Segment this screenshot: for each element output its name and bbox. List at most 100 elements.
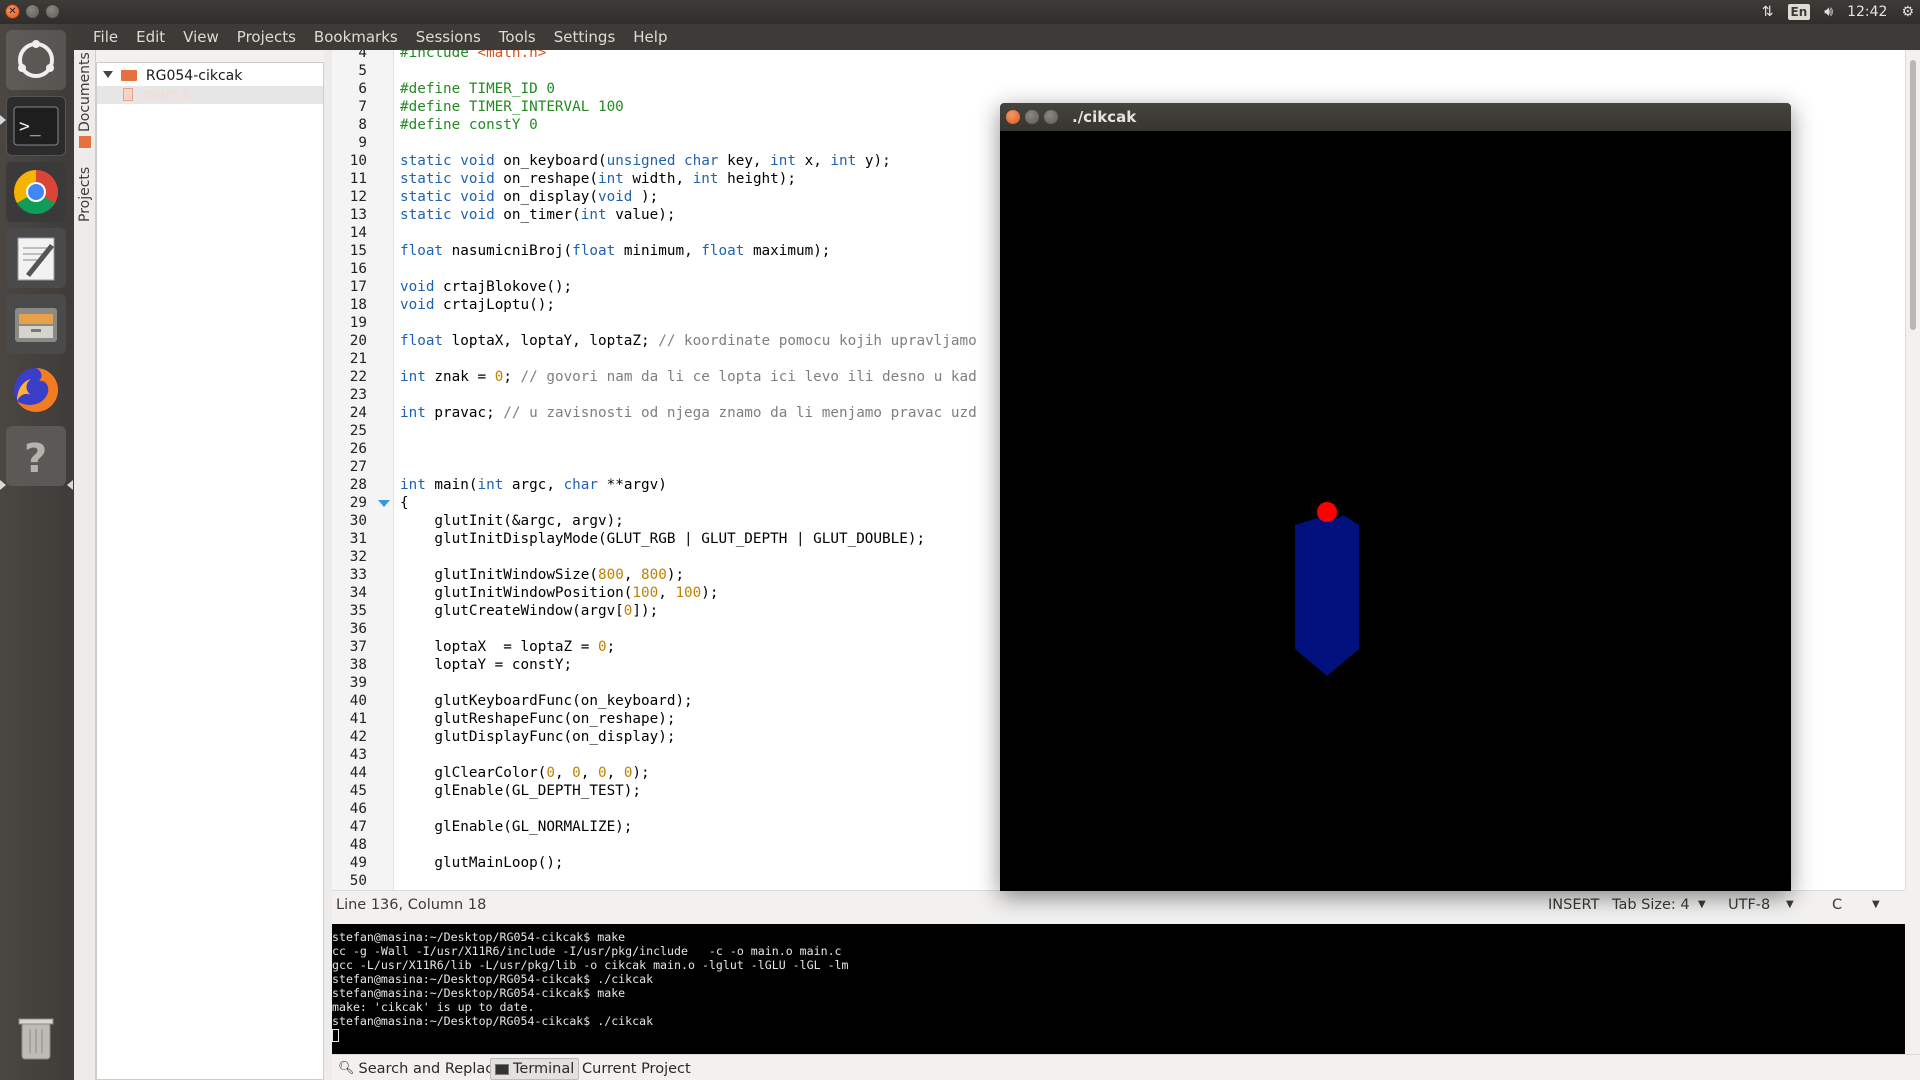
- keyboard-layout-indicator[interactable]: En: [1787, 4, 1811, 20]
- minimize-window-button[interactable]: [25, 4, 40, 19]
- gl-canvas[interactable]: [1000, 131, 1791, 891]
- close-window-button[interactable]: ✕: [5, 4, 20, 19]
- code-line[interactable]: glutInitWindowPosition(100, 100);: [400, 584, 718, 602]
- code-line[interactable]: {: [400, 494, 409, 512]
- code-line[interactable]: static void on_keyboard(unsigned char ke…: [400, 152, 891, 170]
- clock[interactable]: 12:42: [1847, 4, 1887, 20]
- chrome-icon[interactable]: [6, 162, 66, 222]
- close-window-button[interactable]: [1006, 110, 1020, 124]
- opengl-window[interactable]: ./cikcak: [1000, 103, 1791, 891]
- line-number: 16: [349, 261, 367, 277]
- code-line[interactable]: static void on_reshape(int width, int he…: [400, 170, 796, 188]
- tree-item-project[interactable]: RG054-cikcak: [101, 67, 242, 85]
- code-line[interactable]: glutDisplayFunc(on_display);: [400, 728, 675, 746]
- tab-documents[interactable]: Documents: [74, 52, 96, 132]
- code-line[interactable]: glutKeyboardFunc(on_keyboard);: [400, 692, 692, 710]
- code-line[interactable]: glEnable(GL_DEPTH_TEST);: [400, 782, 641, 800]
- menu-help[interactable]: Help: [624, 24, 676, 50]
- code-line[interactable]: glClearColor(0, 0, 0, 0);: [400, 764, 649, 782]
- language-selector[interactable]: C: [1832, 891, 1842, 919]
- tab-terminal[interactable]: Terminal: [490, 1058, 580, 1080]
- text-editor-icon[interactable]: [6, 228, 66, 288]
- code-token: static void: [400, 171, 504, 187]
- terminal-pane[interactable]: stefan@masina:~/Desktop/RG054-cikcak$ ma…: [332, 924, 1905, 1054]
- network-arrows-icon[interactable]: ⇅: [1762, 4, 1774, 20]
- line-number: 42: [349, 729, 367, 745]
- terminal-icon[interactable]: >_: [6, 96, 66, 156]
- volume-icon[interactable]: 🔊︎: [1824, 4, 1833, 20]
- code-token: // u zavisnosti od njega znamo da li men…: [503, 405, 977, 421]
- terminal-scrollbar[interactable]: [1905, 924, 1920, 1054]
- chevron-down-icon[interactable]: ▼: [1872, 891, 1880, 919]
- canvas-background: [1000, 131, 1791, 891]
- file-manager-icon[interactable]: [6, 294, 66, 354]
- code-line[interactable]: loptaX = loptaZ = 0;: [400, 638, 615, 656]
- menu-sessions[interactable]: Sessions: [407, 24, 490, 50]
- code-line[interactable]: loptaY = constY;: [400, 656, 572, 674]
- code-token: width,: [623, 171, 693, 187]
- ball-shape: [1317, 502, 1337, 522]
- code-line[interactable]: #define constY 0: [400, 116, 538, 134]
- fold-toggle-icon[interactable]: [378, 500, 390, 507]
- code-line[interactable]: float loptaX, loptaY, loptaZ; // koordin…: [400, 332, 977, 350]
- code-token: int: [400, 369, 426, 385]
- opengl-window-titlebar[interactable]: ./cikcak: [1000, 103, 1791, 131]
- code-line[interactable]: int main(int argc, char **argv): [400, 476, 667, 494]
- maximize-window-button[interactable]: [45, 4, 60, 19]
- menu-edit[interactable]: Edit: [127, 24, 174, 50]
- encoding-selector[interactable]: UTF-8: [1728, 891, 1770, 919]
- tab-size-selector[interactable]: Tab Size: 4: [1612, 891, 1690, 919]
- firefox-icon[interactable]: [6, 360, 66, 420]
- code-line[interactable]: int pravac; // u zavisnosti od njega zna…: [400, 404, 977, 422]
- code-line[interactable]: static void on_timer(int value);: [400, 206, 675, 224]
- code-line[interactable]: void crtajBlokove();: [400, 278, 572, 296]
- tree-item-file[interactable]: main.c: [97, 86, 323, 104]
- code-line[interactable]: glutCreateWindow(argv[0]);: [400, 602, 658, 620]
- code-line[interactable]: #include <math.h>: [400, 50, 546, 62]
- code-line[interactable]: glutMainLoop();: [400, 854, 564, 872]
- menu-bar: File Edit View Projects Bookmarks Sessio…: [74, 24, 1920, 50]
- tab-search-and-replace[interactable]: 🔍︎ Search and Replace: [334, 1058, 506, 1080]
- expander-icon[interactable]: [103, 71, 113, 78]
- chevron-down-icon[interactable]: ▼: [1698, 891, 1706, 919]
- chevron-down-icon[interactable]: ▼: [1786, 891, 1794, 919]
- menu-settings[interactable]: Settings: [545, 24, 625, 50]
- menu-bookmarks[interactable]: Bookmarks: [305, 24, 407, 50]
- code-line[interactable]: glEnable(GL_NORMALIZE);: [400, 818, 632, 836]
- maximize-window-button[interactable]: [1044, 110, 1058, 124]
- menu-projects[interactable]: Projects: [228, 24, 305, 50]
- tab-current-project[interactable]: Current Project: [578, 1058, 695, 1080]
- block-shape: [1295, 515, 1359, 676]
- help-icon[interactable]: ?: [6, 426, 66, 486]
- code-line[interactable]: #define TIMER_INTERVAL 100: [400, 98, 624, 116]
- scrollbar-thumb[interactable]: [1910, 60, 1916, 330]
- bottom-tool-tabs: 🔍︎ Search and Replace Terminal Current P…: [332, 1054, 1920, 1080]
- line-number: 33: [349, 567, 367, 583]
- code-line[interactable]: void crtajLoptu();: [400, 296, 555, 314]
- terminal-icon: [495, 1063, 509, 1075]
- trash-icon[interactable]: [6, 1008, 66, 1068]
- pane-splitter[interactable]: [324, 50, 332, 1080]
- code-line[interactable]: glutReshapeFunc(on_reshape);: [400, 710, 675, 728]
- code-line[interactable]: glutInit(&argc, argv);: [400, 512, 623, 530]
- code-line[interactable]: glutInitWindowSize(800, 800);: [400, 566, 684, 584]
- minimize-window-button[interactable]: [1025, 110, 1039, 124]
- editor-scrollbar[interactable]: [1905, 50, 1920, 890]
- code-line[interactable]: static void on_display(void );: [400, 188, 658, 206]
- gear-icon[interactable]: ⚙: [1901, 4, 1914, 20]
- menu-file[interactable]: File: [84, 24, 127, 50]
- line-number: 9: [358, 135, 367, 151]
- dash-icon[interactable]: [6, 30, 66, 90]
- code-token: ,: [606, 765, 624, 781]
- code-token: glutMainLoop();: [400, 855, 564, 871]
- code-line[interactable]: float nasumicniBroj(float minimum, float…: [400, 242, 830, 260]
- menu-view[interactable]: View: [174, 24, 228, 50]
- input-mode[interactable]: INSERT: [1548, 891, 1599, 919]
- code-line[interactable]: int znak = 0; // govori nam da li ce lop…: [400, 368, 977, 386]
- code-line[interactable]: glutInitDisplayMode(GLUT_RGB | GLUT_DEPT…: [400, 530, 925, 548]
- code-line[interactable]: #define TIMER_ID 0: [400, 80, 555, 98]
- menu-tools[interactable]: Tools: [490, 24, 545, 50]
- code-token: int: [692, 171, 719, 187]
- tab-projects[interactable]: Projects: [74, 154, 96, 234]
- code-token: 100: [675, 585, 702, 601]
